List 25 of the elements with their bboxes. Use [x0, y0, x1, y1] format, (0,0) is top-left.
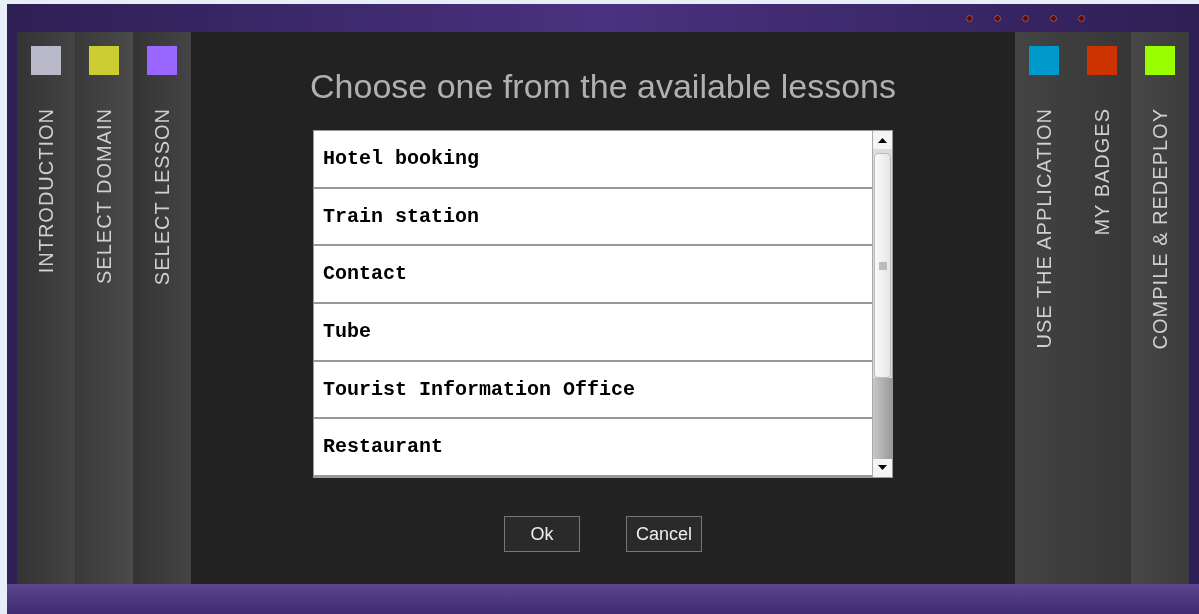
- tab-label: MY BADGES: [1090, 108, 1114, 236]
- page-title: Choose one from the available lessons: [310, 66, 896, 106]
- scroll-down-icon[interactable]: [873, 459, 892, 477]
- side-tab[interactable]: USE THE APPLICATION: [1015, 32, 1073, 584]
- dialog-button[interactable]: Ok: [504, 516, 580, 552]
- tab-label: COMPILE & REDEPLOY: [1148, 108, 1172, 350]
- side-tab[interactable]: COMPILE & REDEPLOY: [1131, 32, 1189, 584]
- dot-icon: [1078, 14, 1085, 22]
- dialog-button[interactable]: Cancel: [626, 516, 702, 552]
- side-tab[interactable]: SELECT DOMAIN: [75, 32, 133, 584]
- tab-label: SELECT LESSON: [150, 108, 174, 286]
- tab-label: INTRODUCTION: [34, 108, 58, 274]
- side-tab[interactable]: INTRODUCTION: [17, 32, 75, 584]
- dot-icon: [1050, 14, 1057, 22]
- scroll-up-icon[interactable]: [873, 131, 892, 149]
- scrollbar[interactable]: [872, 131, 892, 477]
- dot-icon: [966, 14, 973, 22]
- side-tab[interactable]: SELECT LESSON: [133, 32, 191, 584]
- dot-icon: [1022, 14, 1029, 22]
- tab-label: USE THE APPLICATION: [1032, 108, 1056, 349]
- scrollbar-thumb[interactable]: [874, 153, 891, 378]
- dot-icon: [994, 14, 1001, 22]
- tab-label: SELECT DOMAIN: [92, 108, 116, 284]
- side-tab[interactable]: MY BADGES: [1073, 32, 1131, 584]
- grip-icon: [878, 261, 887, 270]
